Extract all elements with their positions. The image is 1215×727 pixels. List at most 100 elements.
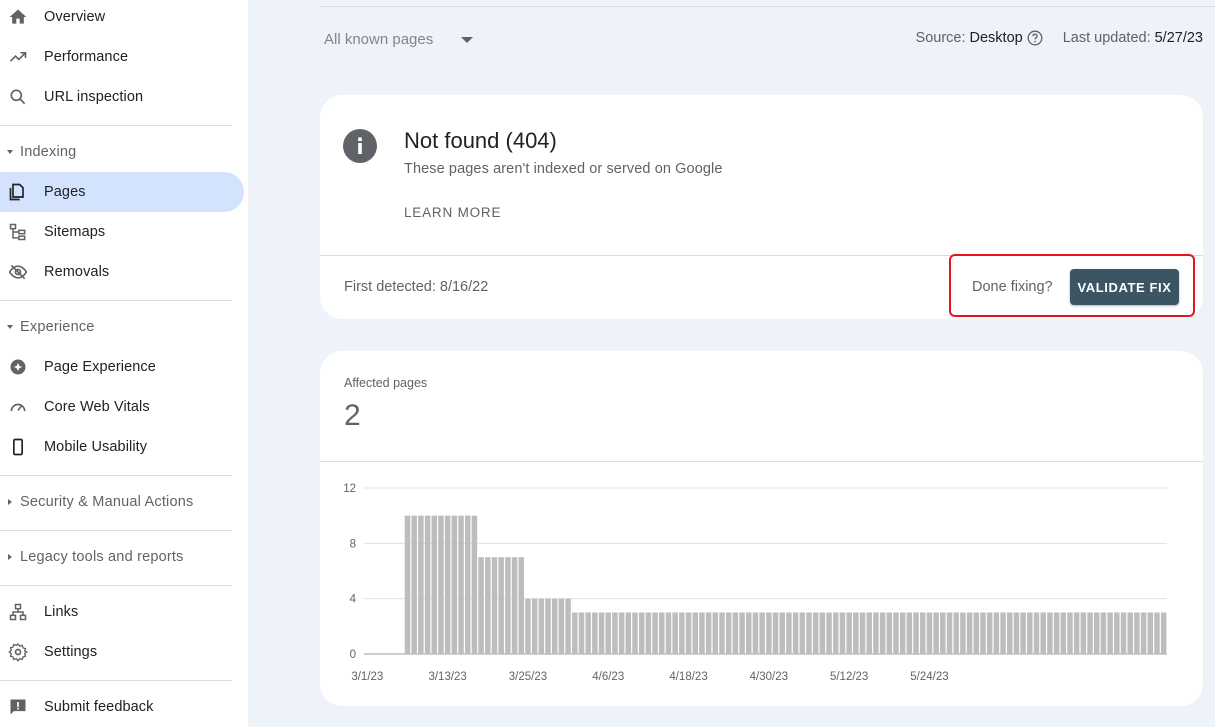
chart-bar[interactable]	[458, 515, 464, 654]
chart-bar[interactable]	[833, 612, 839, 655]
chart-bar[interactable]	[404, 515, 411, 654]
chart-bar[interactable]	[980, 612, 986, 655]
chart-bar[interactable]	[1067, 612, 1073, 655]
chart-bar[interactable]	[766, 612, 772, 655]
chart-bar[interactable]	[873, 612, 879, 655]
chart-bar[interactable]	[1047, 612, 1053, 655]
chart-bar[interactable]	[572, 612, 578, 655]
chart-bar[interactable]	[799, 612, 806, 655]
chart-bar[interactable]	[920, 612, 926, 655]
chart-bar[interactable]	[565, 598, 571, 654]
chart-bar[interactable]	[679, 612, 685, 655]
chart-bar[interactable]	[779, 612, 785, 655]
chart-bar[interactable]	[899, 612, 906, 655]
chart-bar[interactable]	[1154, 612, 1160, 655]
chart-bar[interactable]	[712, 612, 719, 655]
chart-bar[interactable]	[705, 612, 712, 655]
chart-bar[interactable]	[1147, 612, 1154, 655]
chart-bar[interactable]	[498, 557, 504, 654]
learn-more-link[interactable]: LEARN MORE	[404, 205, 501, 220]
chart-bar[interactable]	[1093, 612, 1100, 655]
chart-bar[interactable]	[598, 612, 605, 655]
chart-bar[interactable]	[1033, 612, 1040, 655]
chart-bar[interactable]	[692, 612, 698, 655]
chart-bar[interactable]	[1120, 612, 1127, 655]
chart-bar[interactable]	[846, 612, 852, 655]
chart-bar[interactable]	[652, 612, 658, 655]
chart-bar[interactable]	[1027, 612, 1033, 655]
chart-bar[interactable]	[792, 612, 799, 655]
chart-bar[interactable]	[906, 612, 913, 655]
section-experience[interactable]: Experience	[0, 315, 244, 339]
sidebar-item-settings[interactable]: Settings	[0, 632, 244, 672]
chart-bar[interactable]	[685, 612, 692, 655]
validate-fix-button[interactable]: VALIDATE FIX	[1070, 269, 1179, 305]
chart-bar[interactable]	[505, 557, 511, 654]
chart-bar[interactable]	[538, 598, 545, 654]
sidebar-item-removals[interactable]: Removals	[0, 252, 244, 292]
chart-bar[interactable]	[672, 612, 678, 655]
chart-bar[interactable]	[940, 612, 946, 655]
chart-bar[interactable]	[732, 612, 739, 655]
sidebar-item-core-web-vitals[interactable]: Core Web Vitals	[0, 387, 244, 427]
chart-bar[interactable]	[525, 598, 531, 654]
chart-bar[interactable]	[960, 612, 966, 655]
chart-bar[interactable]	[638, 612, 645, 655]
chart-bar[interactable]	[451, 515, 458, 654]
chart-bar[interactable]	[786, 612, 792, 655]
chart-bar[interactable]	[879, 612, 886, 655]
chart-bar[interactable]	[946, 612, 953, 655]
chart-bar[interactable]	[913, 612, 919, 655]
chart-bar[interactable]	[471, 515, 478, 654]
chart-bar[interactable]	[511, 557, 518, 654]
chart-bar[interactable]	[1134, 612, 1140, 655]
section-legacy[interactable]: Legacy tools and reports	[0, 545, 244, 569]
chart-bar[interactable]	[953, 612, 959, 655]
chart-bar[interactable]	[772, 612, 779, 655]
chart-bar[interactable]	[444, 515, 451, 654]
section-security[interactable]: Security & Manual Actions	[0, 490, 244, 514]
chart-bar[interactable]	[725, 612, 732, 655]
chart-bar[interactable]	[966, 612, 973, 655]
chart-bar[interactable]	[1013, 612, 1020, 655]
sidebar-item-pages[interactable]: Pages	[0, 172, 244, 212]
chart-bar[interactable]	[1100, 612, 1107, 655]
chart-bar[interactable]	[418, 515, 424, 654]
chart-bar[interactable]	[645, 612, 652, 655]
chart-bar[interactable]	[612, 612, 618, 655]
sidebar-item-overview[interactable]: Overview	[0, 0, 244, 37]
chart-bar[interactable]	[464, 515, 471, 654]
chart-bar[interactable]	[859, 612, 866, 655]
chart-bar[interactable]	[1114, 612, 1120, 655]
chart-bar[interactable]	[485, 557, 491, 654]
chart-bar[interactable]	[973, 612, 980, 655]
chart-bar[interactable]	[545, 598, 551, 654]
chart-bar[interactable]	[1020, 612, 1026, 655]
chart-bar[interactable]	[886, 612, 893, 655]
chart-bar[interactable]	[625, 612, 632, 655]
chart-bar[interactable]	[986, 612, 993, 655]
sidebar-item-performance[interactable]: Performance	[0, 37, 244, 77]
chart-bar[interactable]	[1107, 612, 1113, 655]
sidebar-item-submit-feedback[interactable]: Submit feedback	[0, 687, 244, 727]
chart-bar[interactable]	[1060, 612, 1067, 655]
chart-bar[interactable]	[746, 612, 752, 655]
sidebar-item-url-inspection[interactable]: URL inspection	[0, 77, 244, 117]
chart-bar[interactable]	[1007, 612, 1013, 655]
chart-bar[interactable]	[812, 612, 819, 655]
chart-bar[interactable]	[424, 515, 431, 654]
chart-bar[interactable]	[699, 612, 705, 655]
chart-bar[interactable]	[585, 612, 591, 655]
chart-bar[interactable]	[933, 612, 939, 655]
chart-bar[interactable]	[839, 612, 846, 655]
chart-bar[interactable]	[605, 612, 611, 655]
chart-bar[interactable]	[752, 612, 759, 655]
chart-bar[interactable]	[618, 612, 625, 655]
chart-bar[interactable]	[431, 515, 438, 654]
chart-bar[interactable]	[719, 612, 725, 655]
chart-bar[interactable]	[592, 612, 598, 655]
chart-bar[interactable]	[478, 557, 484, 654]
chart-bar[interactable]	[1087, 612, 1093, 655]
chart-bar[interactable]	[518, 557, 524, 654]
sidebar-item-sitemaps[interactable]: Sitemaps	[0, 212, 244, 252]
